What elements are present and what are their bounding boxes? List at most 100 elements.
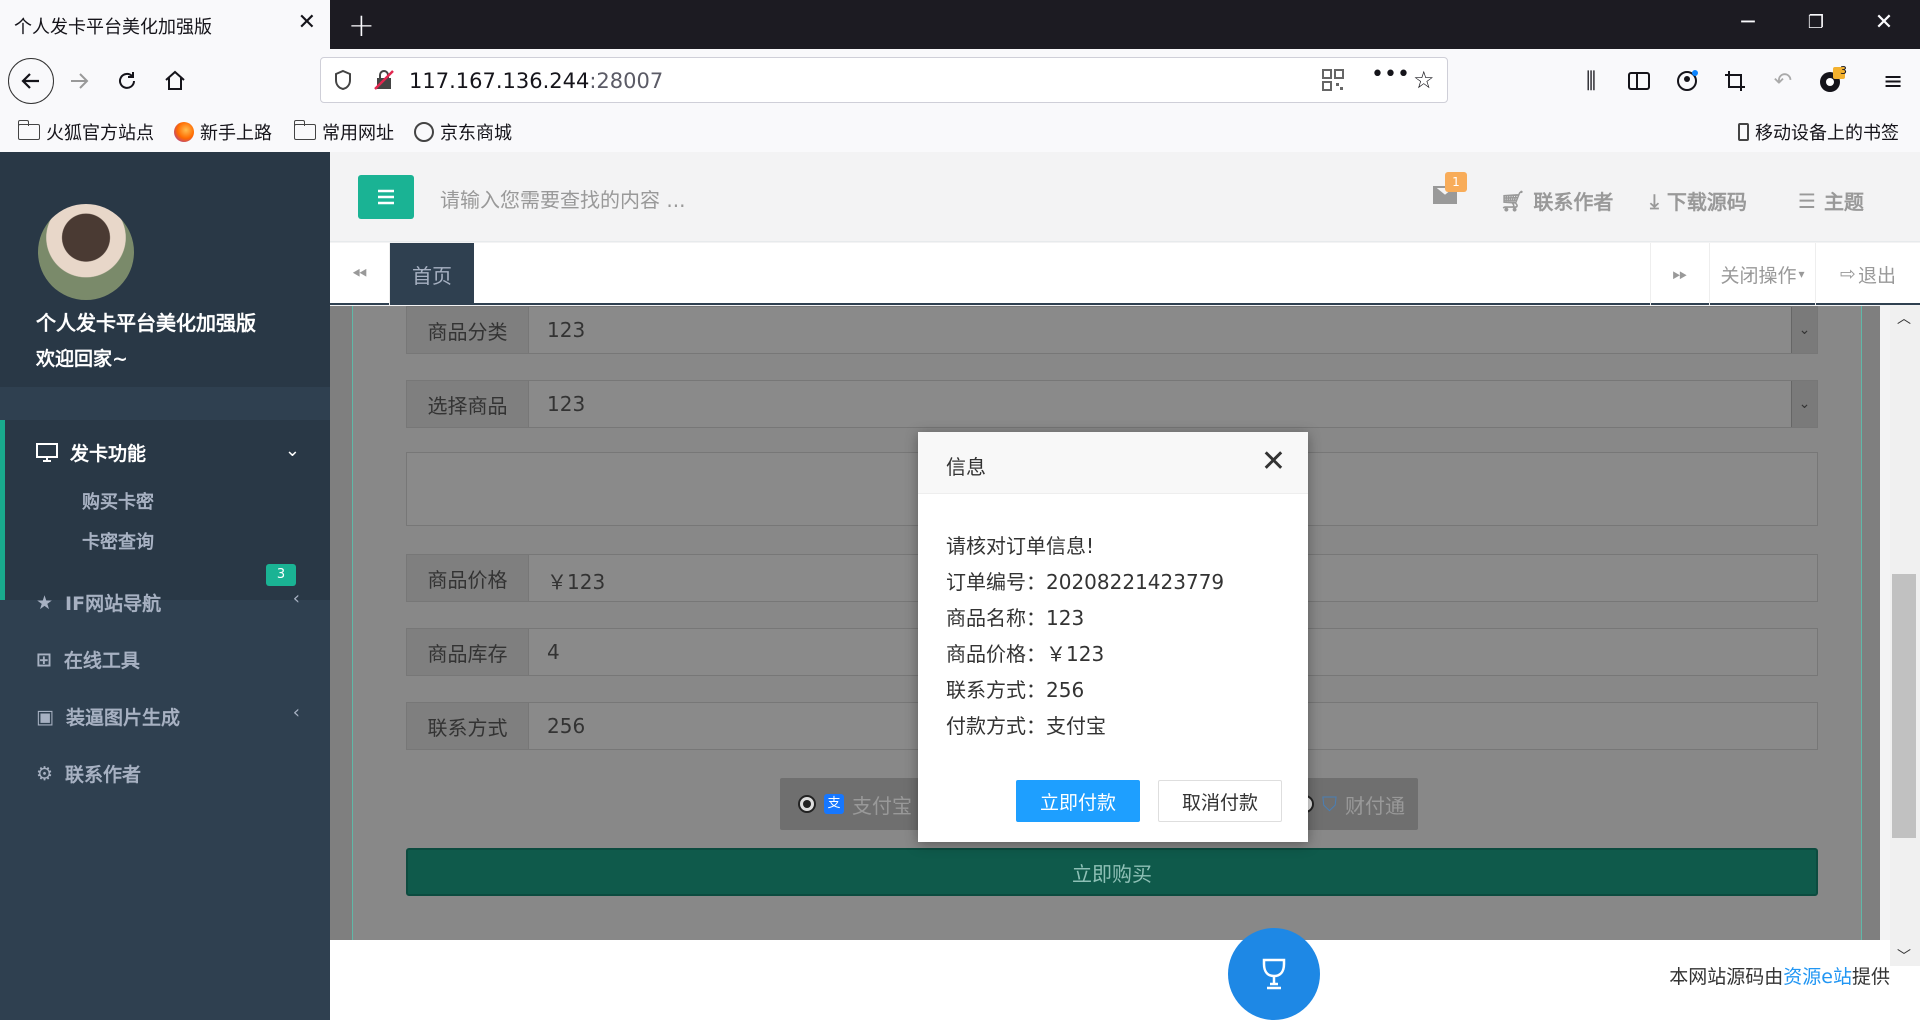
url-text[interactable]: 117.167.136.244:28007	[409, 69, 663, 93]
window-close-icon[interactable]: ✕	[1864, 10, 1904, 35]
tab-close-icon[interactable]: ✕	[298, 10, 316, 35]
logout-button[interactable]: ⇨ 退出	[1816, 243, 1920, 305]
sidebar: 个人发卡平台美化加强版 欢迎回家~ 发卡功能 ⌄ 购买卡密 卡密查询 ★ IF网…	[0, 152, 330, 1020]
download-source-link[interactable]: ⤓ 下载源码	[1650, 186, 1747, 215]
scroll-down-icon[interactable]: ﹀	[1897, 946, 1911, 966]
close-ops-dropdown[interactable]: 关闭操作 ▾	[1710, 243, 1816, 305]
close-ops-label: 关闭操作	[1720, 264, 1797, 287]
scroll-up-icon[interactable]: ︿	[1897, 308, 1911, 328]
new-tab-icon[interactable]: +	[348, 6, 375, 44]
page-actions-icon[interactable]: •••	[1371, 62, 1410, 87]
image-icon: ▣	[36, 705, 54, 728]
forward-button[interactable]	[60, 62, 98, 100]
contact-label: 联系方式	[407, 703, 529, 749]
online-tools-badge: 3	[266, 564, 296, 586]
url-host: 117.167.136.244	[409, 69, 590, 93]
buy-now-button[interactable]: 立即购买	[406, 848, 1818, 896]
sidebar-item-contact[interactable]: ⚙ 联系作者	[36, 760, 141, 787]
menu-toggle-button[interactable]	[358, 175, 414, 219]
category-select[interactable]: 商品分类 123 ⌄	[406, 306, 1818, 354]
reload-button[interactable]	[108, 62, 146, 100]
tabs-scroll-right[interactable]: ⏩︎	[1650, 243, 1710, 305]
tabs-scroll-left[interactable]: ⏪︎	[330, 243, 390, 305]
addon-icon[interactable]: 3	[1812, 62, 1850, 100]
bookmark-label: 火狐官方站点	[46, 123, 154, 144]
globe-icon	[414, 122, 434, 142]
sidebar-item-label: 发卡功能	[70, 443, 147, 465]
star-icon: ★	[36, 591, 54, 614]
product-price: 商品价格：￥123	[946, 642, 1105, 666]
bookmark-star-icon[interactable]: ☆	[1413, 66, 1435, 94]
mobile-bookmarks[interactable]: 移动设备上的书签	[1738, 119, 1899, 145]
alipay-label: 支付宝	[852, 793, 912, 818]
contact-author-link[interactable]: 🛒︎ 联系作者	[1500, 186, 1613, 215]
sidebar-item-online-tools[interactable]: ⊞ 在线工具	[36, 646, 140, 673]
undo-icon[interactable]: ↶	[1764, 62, 1802, 100]
product-select[interactable]: 选择商品 123 ⌄	[406, 380, 1818, 428]
tasks-icon: ☰	[1798, 188, 1816, 213]
top-header: 请输入您需要查找的内容 ... 1 🛒︎ 联系作者 ⤓ 下载源码 ☰ 主题	[330, 152, 1920, 242]
welcome-text: 欢迎回家~	[36, 348, 128, 370]
bookmarks-bar: 火狐官方站点 新手上路 常用网址 京东商城 移动设备上的书签	[0, 111, 1920, 151]
footer-link[interactable]: 资源e站	[1783, 966, 1852, 988]
sidebar-item-fake-image[interactable]: ▣ 装逼图片生成	[36, 703, 180, 730]
minimize-icon[interactable]: ─	[1728, 10, 1768, 35]
theme-link[interactable]: ☰ 主题	[1798, 186, 1864, 215]
double-chevron-right-icon: ⏩︎	[1672, 263, 1688, 285]
floating-action-button[interactable]	[1228, 928, 1320, 1020]
gear-icon: ⚙	[36, 762, 54, 785]
shield-icon[interactable]	[333, 69, 353, 95]
sidebar-item-if-nav[interactable]: ★ IF网站导航	[36, 589, 161, 616]
price-value: ￥123	[547, 570, 606, 594]
back-button[interactable]	[8, 58, 54, 104]
library-icon[interactable]: ⫼	[1572, 62, 1610, 100]
bookmark-getting-started[interactable]: 新手上路	[174, 119, 272, 145]
sidebar-toggle-icon[interactable]	[1620, 62, 1658, 100]
sidebar-item-buy-card[interactable]: 购买卡密	[82, 488, 154, 514]
stock-value: 4	[547, 640, 560, 664]
search-input[interactable]: 请输入您需要查找的内容 ...	[440, 184, 685, 213]
alipay-radio[interactable]	[798, 795, 816, 813]
chevron-left-icon: ‹	[292, 702, 300, 723]
page-tabs: ⏪︎ 首页 ⏩︎ 关闭操作 ▾ ⇨ 退出	[330, 243, 1920, 305]
dialog-line: 请核对订单信息!	[946, 534, 1095, 558]
chevron-left-icon: ‹	[292, 588, 300, 609]
close-icon[interactable]: ✕	[1261, 444, 1286, 479]
forward-arrow-icon	[71, 73, 89, 89]
pay-now-button[interactable]: 立即付款	[1016, 780, 1140, 822]
crop-icon[interactable]	[1716, 62, 1754, 100]
order-number: 订单编号：20208221423779	[946, 570, 1225, 594]
pay-option-alipay[interactable]: 支 支付宝	[780, 778, 930, 830]
bookmark-label: 移动设备上的书签	[1755, 123, 1899, 144]
account-icon[interactable]	[1668, 62, 1706, 100]
tenpay-label: 财付通	[1345, 793, 1405, 818]
home-button[interactable]	[156, 62, 194, 100]
page-scrollbar[interactable]: ︿ ﹀	[1890, 306, 1920, 966]
browser-chrome: 个人发卡平台美化加强版 ✕ + ─ ❐ ✕ 117.167.136.244:28…	[0, 0, 1920, 152]
tenpay-shield-icon: ⛉	[1322, 792, 1337, 816]
qr-code-icon[interactable]	[1321, 68, 1345, 96]
sidebar-item-label: 在线工具	[63, 650, 140, 672]
tab-strip: 个人发卡平台美化加强版 ✕ + ─ ❐ ✕	[0, 0, 1920, 50]
insecure-lock-icon[interactable]	[373, 69, 395, 95]
alipay-icon: 支	[824, 794, 844, 814]
sidebar-item-label: 卡密查询	[82, 532, 154, 553]
browser-tab[interactable]: 个人发卡平台美化加强版 ✕	[0, 0, 330, 50]
restore-icon[interactable]: ❐	[1796, 12, 1836, 33]
bookmark-common-sites[interactable]: 常用网址	[294, 119, 394, 145]
chevron-down-icon: ⌄	[1791, 381, 1817, 427]
sidebar-item-query-card[interactable]: 卡密查询	[82, 528, 154, 554]
caret-down-icon: ▾	[1798, 267, 1805, 281]
bookmark-firefox-site[interactable]: 火狐官方站点	[18, 119, 154, 145]
url-bar[interactable]: 117.167.136.244:28007 ••• ☆	[320, 57, 1448, 103]
contact-info: 联系方式：256	[946, 678, 1085, 702]
sidebar-item-card-function[interactable]: 发卡功能	[36, 439, 146, 466]
cancel-payment-button[interactable]: 取消付款	[1158, 780, 1282, 822]
contact-author-label: 联系作者	[1533, 190, 1614, 214]
dialog-title: 信息	[946, 455, 986, 479]
tab-home[interactable]: 首页	[390, 243, 474, 305]
hamburger-menu-icon[interactable]: ≡	[1874, 62, 1912, 100]
scrollbar-thumb[interactable]	[1892, 574, 1916, 838]
bookmark-jd[interactable]: 京东商城	[414, 119, 512, 145]
order-confirm-dialog: 信息 ✕ 请核对订单信息! 订单编号：20208221423779 商品名称：1…	[918, 432, 1308, 842]
